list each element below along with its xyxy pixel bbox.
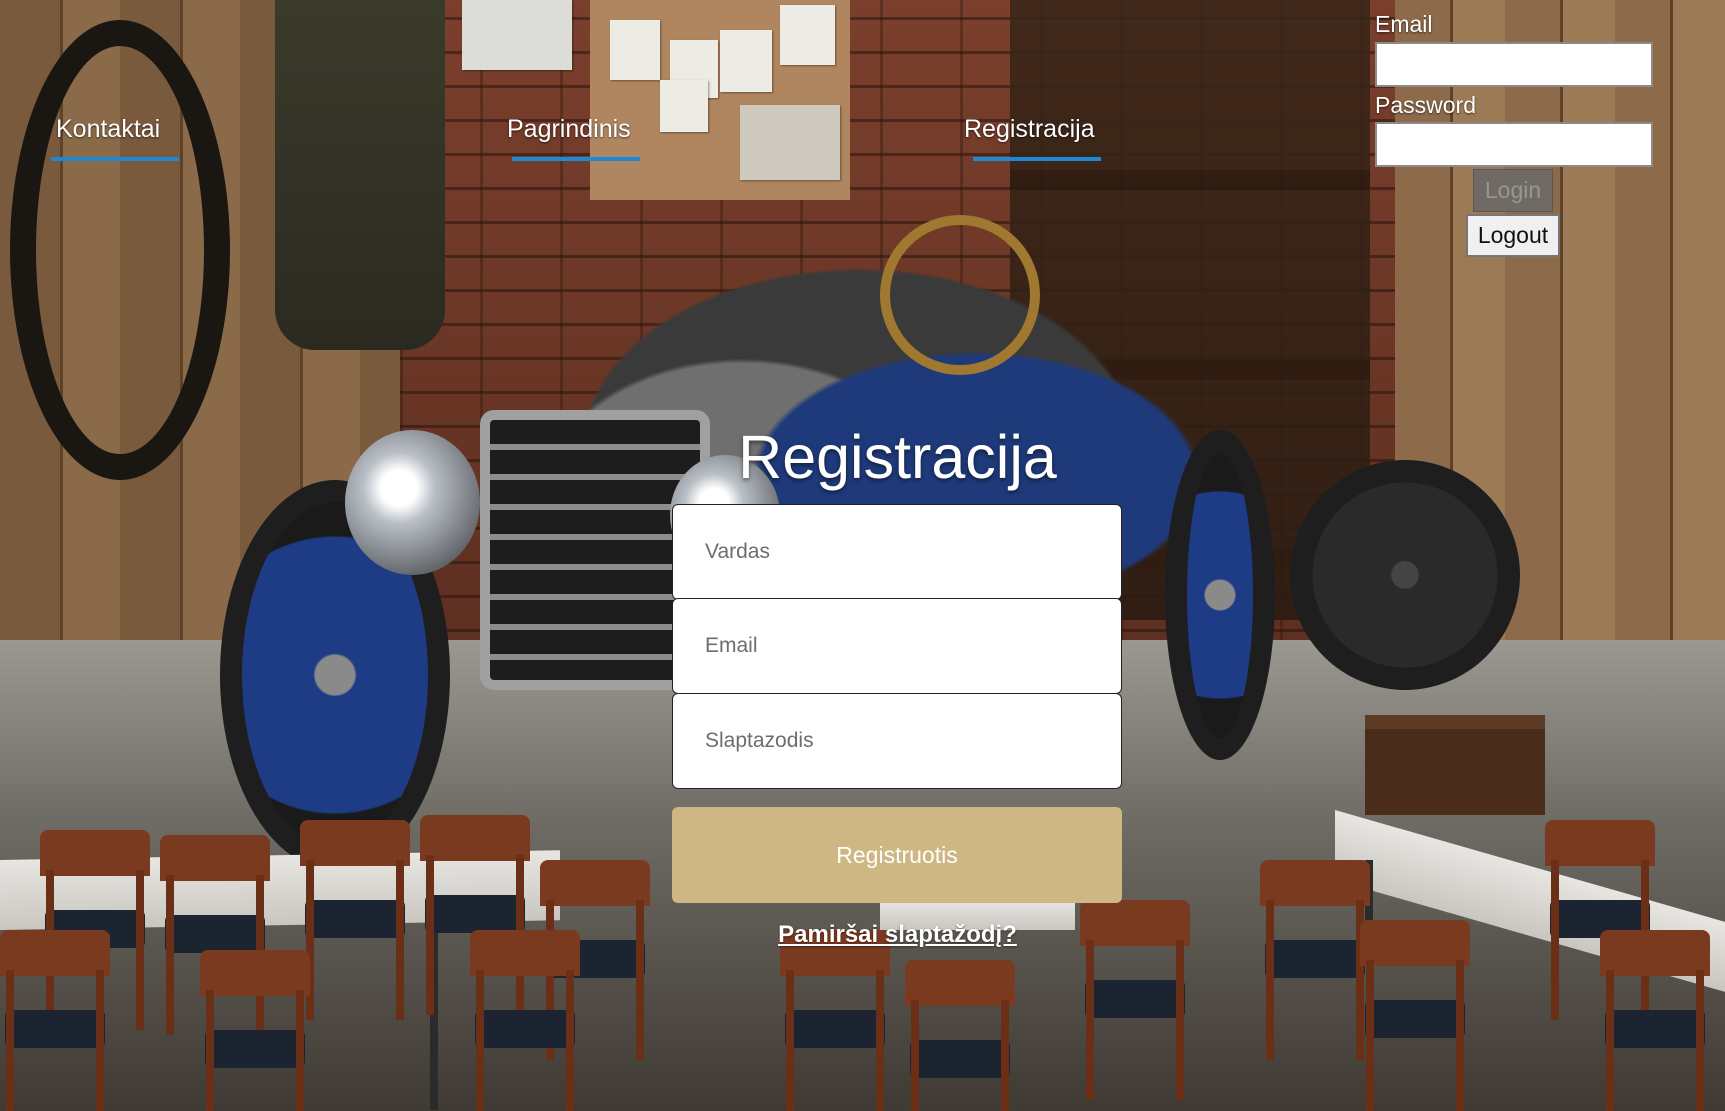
spare-wheel [1290, 460, 1520, 690]
nav-underline [973, 157, 1101, 161]
photo-print [740, 105, 840, 180]
login-password-input[interactable] [1375, 122, 1653, 167]
logout-button[interactable]: Logout [1466, 214, 1560, 257]
chair [780, 930, 890, 1111]
chair [0, 930, 110, 1111]
chair [470, 930, 580, 1111]
name-field-placeholder: Vardas [705, 540, 770, 563]
framed-photo [462, 0, 572, 70]
nav-link-registracija[interactable]: Registracija [964, 115, 1095, 144]
chair [200, 950, 310, 1111]
hanging-tire [10, 20, 230, 480]
password-field[interactable]: Slaptazodis [672, 693, 1122, 789]
steering-wheel [880, 215, 1040, 375]
login-button[interactable]: Login [1473, 169, 1553, 212]
nav-underline [512, 157, 640, 161]
chair [300, 820, 410, 1020]
chair [1600, 930, 1710, 1111]
note-paper [780, 5, 835, 65]
email-field[interactable]: Email [672, 598, 1122, 694]
email-field-placeholder: Email [705, 634, 758, 657]
chair [905, 960, 1015, 1111]
login-email-label: Email [1375, 11, 1433, 37]
nav-underline [51, 157, 179, 161]
nav-link-kontaktai[interactable]: Kontaktai [56, 115, 160, 144]
chair [1260, 860, 1370, 1060]
wooden-crate [1365, 715, 1545, 815]
name-field[interactable]: Vardas [672, 504, 1122, 600]
password-field-placeholder: Slaptazodis [705, 729, 814, 752]
register-button[interactable]: Registruotis [672, 807, 1122, 903]
registration-title: Registracija [738, 423, 1057, 491]
nav-link-pagrindinis[interactable]: Pagrindinis [507, 115, 631, 144]
note-paper [610, 20, 660, 80]
hanging-coat [275, 0, 445, 350]
login-password-label: Password [1375, 92, 1476, 118]
login-email-input[interactable] [1375, 42, 1653, 87]
note-paper [720, 30, 772, 92]
note-paper [660, 80, 708, 132]
forgot-password-link[interactable]: Pamiršai slaptažodį? [0, 921, 1725, 949]
